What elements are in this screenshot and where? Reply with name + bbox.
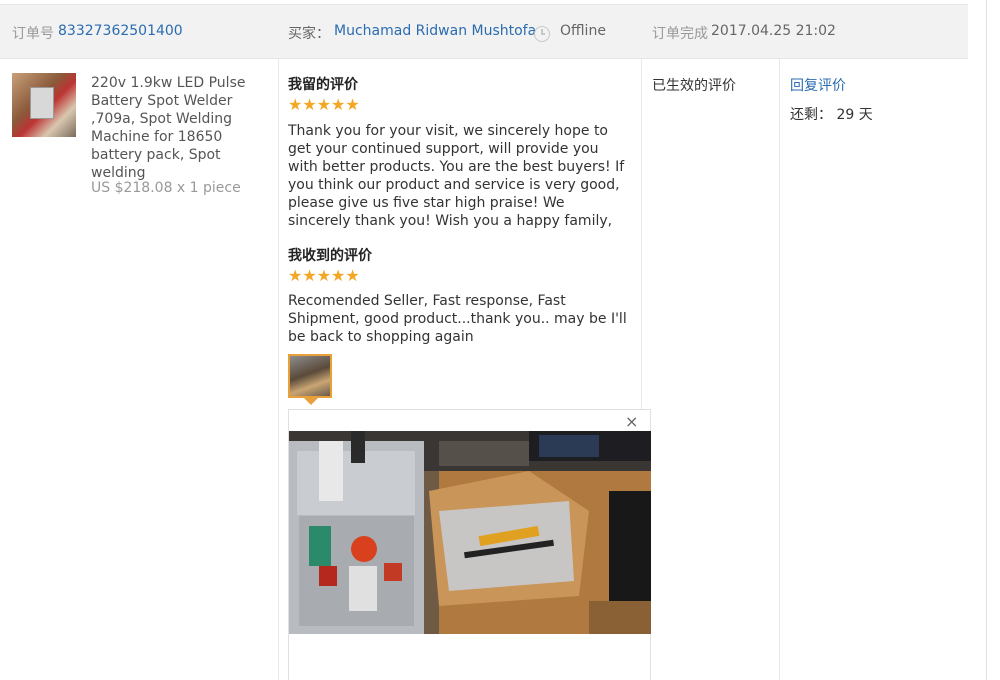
remaining-value: 29 天	[836, 107, 873, 123]
my-feedback-text: Thank you for your visit, we sincerely h…	[288, 123, 625, 229]
feedback-photo-image	[289, 431, 651, 634]
order-completed-label: 订单完成	[652, 26, 708, 42]
received-feedback-title: 我收到的评价	[288, 248, 372, 264]
product-thumbnail[interactable]	[12, 73, 76, 137]
thumbnail-pointer	[304, 398, 318, 405]
buyer-name-link[interactable]: Muchamad Ridwan Mushtofa	[334, 23, 536, 39]
feedback-photo-thumbnail[interactable]	[288, 354, 332, 398]
product-title-link[interactable]: 220v 1.9kw LED Pulse Battery Spot Welder…	[91, 74, 271, 182]
received-feedback-star-rating: ★★★★★	[288, 266, 360, 285]
buyer-status: Offline	[560, 23, 606, 39]
column-divider	[779, 59, 780, 680]
remaining-days: 还剩： 29 天	[790, 104, 873, 124]
received-feedback-text: Recomended Seller, Fast response, Fast S…	[288, 293, 627, 345]
order-feedback-page: 订单号 83327362501400 买家： Muchamad Ridwan M…	[0, 0, 1000, 680]
my-feedback-title: 我留的评价	[288, 77, 358, 93]
feedback-photo	[289, 431, 651, 634]
scroll-edge	[986, 0, 987, 680]
order-header: 订单号 83327362501400 买家： Muchamad Ridwan M…	[0, 5, 968, 59]
offline-status-icon	[534, 26, 550, 42]
order-number-link[interactable]: 83327362501400	[58, 23, 183, 39]
buyer-label: 买家：	[288, 26, 330, 42]
reply-feedback-link[interactable]: 回复评价	[790, 75, 846, 95]
remaining-label: 还剩：	[790, 107, 832, 123]
column-divider	[278, 59, 279, 680]
order-number-label: 订单号	[12, 26, 54, 42]
close-icon[interactable]: ×	[625, 413, 638, 431]
my-feedback-star-rating: ★★★★★	[288, 95, 360, 114]
feedback-status: 已生效的评价	[652, 78, 736, 94]
product-price: US $218.08 x 1 piece	[91, 180, 241, 196]
order-completed-time: 2017.04.25 21:02	[711, 23, 836, 39]
